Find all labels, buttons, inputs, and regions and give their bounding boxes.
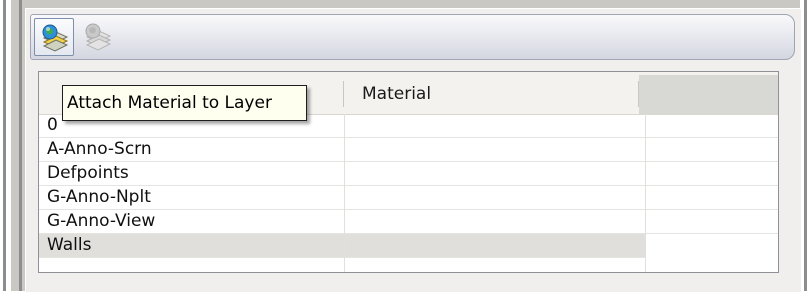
layer-name: Walls (47, 235, 92, 255)
layer-name: G-Anno-View (47, 211, 156, 231)
toolbar (30, 14, 795, 60)
tooltip-text: Attach Material to Layer (67, 93, 272, 113)
column-header-material[interactable]: Material (344, 72, 639, 114)
layer-name: A-Anno-Scrn (47, 139, 152, 159)
table-row[interactable] (39, 258, 778, 272)
table-row[interactable]: G-Anno-View (39, 210, 778, 234)
table-row[interactable]: Defpoints (39, 162, 778, 186)
layer-name: G-Anno-Nplt (47, 187, 151, 207)
column-divider (344, 114, 345, 272)
detach-material-button[interactable] (78, 18, 118, 56)
frame-border-inner-left (19, 0, 22, 291)
detach-material-icon (85, 23, 112, 51)
column-header-material-label: Material (362, 84, 432, 104)
attach-material-icon (42, 24, 69, 52)
table-row-selected[interactable]: Walls (39, 234, 645, 258)
table-row[interactable]: A-Anno-Scrn (39, 138, 778, 162)
frame-border-left (3, 0, 6, 291)
table-row[interactable]: G-Anno-Nplt (39, 186, 778, 210)
tooltip: Attach Material to Layer (62, 85, 307, 121)
attach-material-button[interactable] (34, 18, 74, 56)
frame-border-right (804, 0, 807, 291)
column-header-filler (639, 75, 778, 114)
layer-name: Defpoints (47, 163, 129, 183)
layer-name: 0 (47, 115, 58, 135)
column-divider (645, 114, 646, 272)
